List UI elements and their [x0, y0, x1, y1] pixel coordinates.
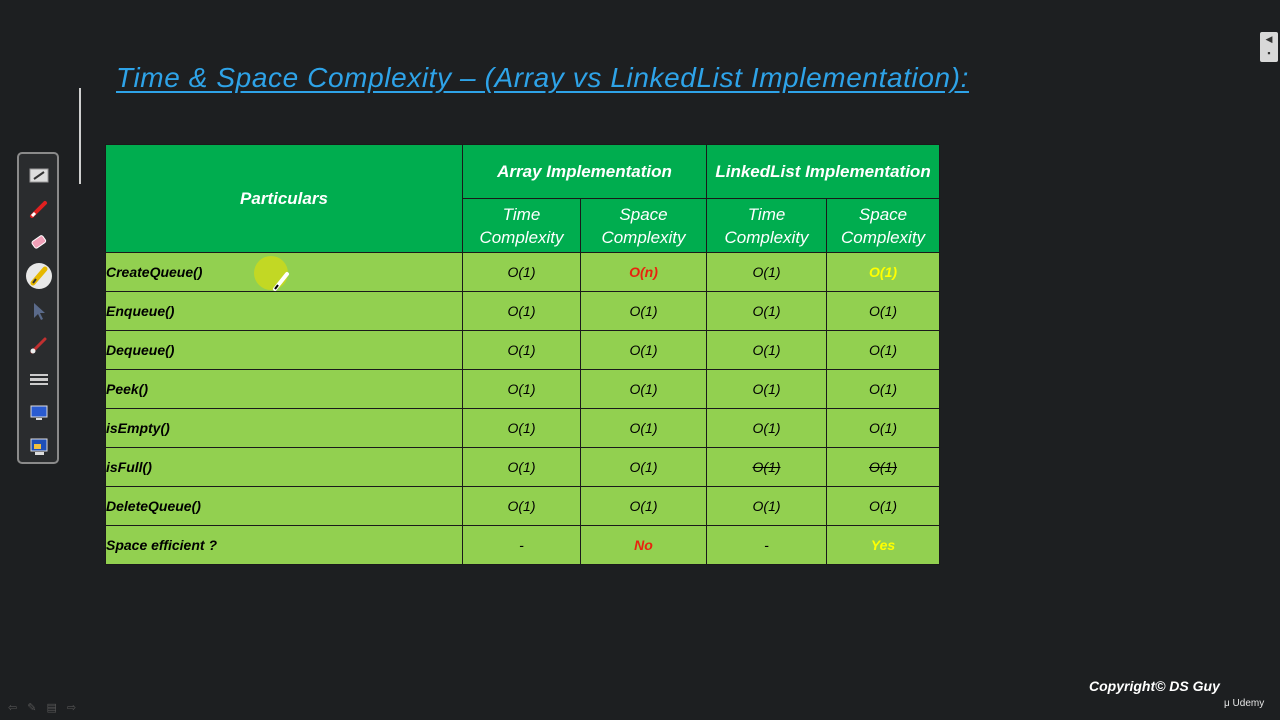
- linked-space-cell: O(1): [826, 408, 941, 448]
- array-time-cell: O(1): [462, 486, 581, 526]
- array-space-cell: O(1): [579, 408, 708, 448]
- linked-time-cell-struck: O(1): [706, 447, 828, 487]
- brand-icon: μ: [1224, 698, 1230, 709]
- array-space-cell: O(1): [579, 447, 708, 487]
- header-linkedlist-implementation: LinkedList Implementation: [706, 144, 941, 199]
- side-panel-toggle[interactable]: ◀ ▪: [1260, 32, 1278, 62]
- row-label: Space efficient ?: [105, 525, 463, 565]
- linked-space-cell: O(1): [826, 330, 941, 370]
- linked-space-cell-struck: O(1): [826, 447, 941, 487]
- array-space-cell: O(1): [579, 330, 708, 370]
- complexity-table: Particulars Array Implementation LinkedL…: [105, 144, 941, 565]
- back-arrow-icon[interactable]: ⇦: [8, 702, 27, 714]
- linked-space-cell: Yes: [826, 525, 941, 565]
- copyright-text: Copyright© DS Guy: [1089, 678, 1220, 694]
- whiteboard-icon[interactable]: [28, 164, 50, 186]
- row-label: Enqueue(): [105, 291, 463, 331]
- annotation-toolbar: [17, 152, 59, 464]
- slide-navigation[interactable]: ⇦✎▤⇨: [8, 701, 86, 714]
- menu-icon[interactable]: ▤: [46, 702, 66, 714]
- header-linked-space: Space Complexity: [826, 198, 941, 253]
- linked-time-cell: -: [706, 525, 828, 565]
- header-array-implementation: Array Implementation: [461, 144, 708, 199]
- display-settings-icon[interactable]: [28, 436, 50, 458]
- forward-arrow-icon[interactable]: ⇨: [67, 702, 86, 714]
- header-array-space: Space Complexity: [579, 198, 708, 253]
- array-space-cell: No: [579, 525, 708, 565]
- array-time-cell: O(1): [462, 330, 581, 370]
- array-space-cell: O(n): [579, 252, 708, 292]
- linked-time-cell: O(1): [706, 408, 828, 448]
- array-time-cell: O(1): [462, 369, 581, 409]
- table-row: DeleteQueue() O(1) O(1) O(1) O(1): [105, 486, 941, 526]
- vertical-divider: [79, 88, 81, 184]
- array-time-cell: O(1): [462, 291, 581, 331]
- linked-space-cell: O(1): [826, 486, 941, 526]
- pen-icon[interactable]: [28, 198, 50, 220]
- row-label: Peek(): [105, 369, 463, 409]
- linked-time-cell: O(1): [706, 486, 828, 526]
- screen-icon[interactable]: [28, 402, 50, 424]
- table-row: Enqueue() O(1) O(1) O(1) O(1): [105, 291, 941, 331]
- array-time-cell: O(1): [462, 408, 581, 448]
- brand-text: Udemy: [1232, 698, 1265, 709]
- array-time-cell: -: [462, 525, 581, 565]
- table-row: isEmpty() O(1) O(1) O(1) O(1): [105, 408, 941, 448]
- highlighter-icon[interactable]: [26, 263, 52, 289]
- brush-icon[interactable]: [28, 334, 50, 356]
- array-time-cell: O(1): [462, 252, 581, 292]
- linked-time-cell: O(1): [706, 252, 828, 292]
- table-row: Dequeue() O(1) O(1) O(1) O(1): [105, 330, 941, 370]
- linked-space-cell: O(1): [826, 369, 941, 409]
- pointer-icon[interactable]: [28, 300, 50, 322]
- row-label: Dequeue(): [105, 330, 463, 370]
- linked-space-cell: O(1): [826, 252, 941, 292]
- linked-time-cell: O(1): [706, 330, 828, 370]
- slide-title: Time & Space Complexity – (Array vs Link…: [116, 62, 969, 93]
- table-row: isFull() O(1) O(1) O(1) O(1): [105, 447, 941, 487]
- eraser-icon[interactable]: [28, 232, 50, 254]
- table-row: Peek() O(1) O(1) O(1) O(1): [105, 369, 941, 409]
- udemy-logo: μ Udemy: [1224, 698, 1264, 709]
- linked-space-cell: O(1): [826, 291, 941, 331]
- header-particulars: Particulars: [105, 144, 463, 253]
- header-array-time: Time Complexity: [462, 198, 581, 253]
- pen-small-icon[interactable]: ✎: [27, 702, 46, 714]
- array-space-cell: O(1): [579, 369, 708, 409]
- linked-time-cell: O(1): [706, 291, 828, 331]
- pen-cursor-icon: [273, 272, 289, 291]
- row-label: isFull(): [105, 447, 463, 487]
- table-row: CreateQueue() O(1) O(n) O(1) O(1): [105, 252, 941, 292]
- linked-time-cell: O(1): [706, 369, 828, 409]
- table-row: Space efficient ? - No - Yes: [105, 525, 941, 565]
- array-space-cell: O(1): [579, 486, 708, 526]
- row-label: isEmpty(): [105, 408, 463, 448]
- header-linked-time: Time Complexity: [706, 198, 828, 253]
- line-thickness-icon[interactable]: [28, 368, 50, 390]
- array-time-cell: O(1): [462, 447, 581, 487]
- row-label: DeleteQueue(): [105, 486, 463, 526]
- array-space-cell: O(1): [579, 291, 708, 331]
